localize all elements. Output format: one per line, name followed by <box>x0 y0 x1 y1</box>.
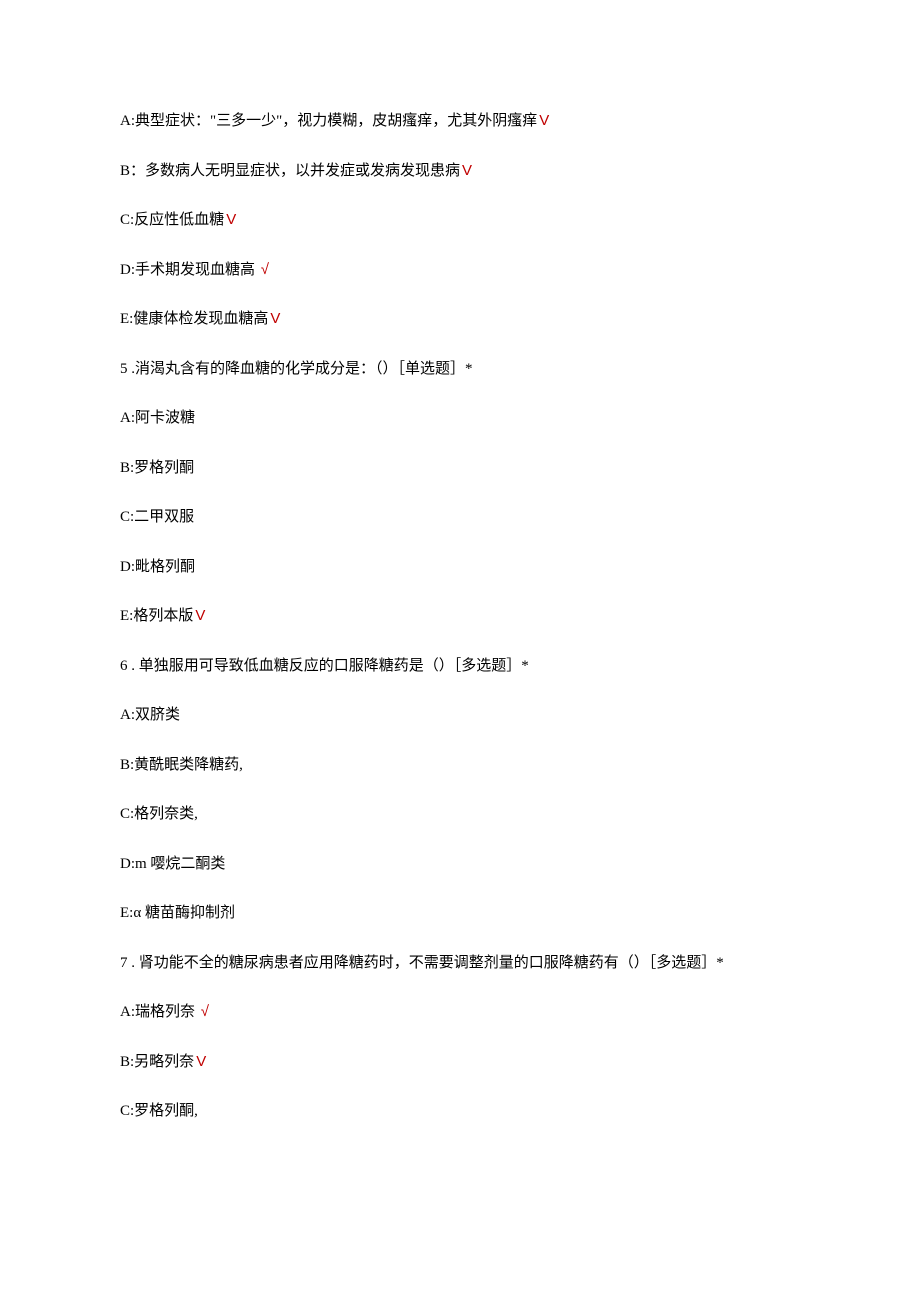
option-e-q5: E:格列本版V <box>120 605 800 628</box>
option-d-q5: D:毗格列酮 <box>120 556 800 579</box>
option-b-q7: B:另略列奈V <box>120 1051 800 1074</box>
option-b-q5: B:罗格列酮 <box>120 457 800 480</box>
correct-mark: V <box>462 162 472 179</box>
option-text: B:黄酰眠类降糖药, <box>120 757 243 773</box>
option-d-q6: D:m 嘤烷二酮类 <box>120 853 800 876</box>
correct-mark: V <box>270 310 280 327</box>
option-text: C:罗格列酮, <box>120 1103 198 1119</box>
correct-mark: V <box>539 112 549 129</box>
correct-mark: V <box>196 1053 206 1070</box>
option-text: D:m 嘤烷二酮类 <box>120 856 225 872</box>
option-text: C:反应性低血糖 <box>120 212 224 228</box>
option-b-q6: B:黄酰眠类降糖药, <box>120 754 800 777</box>
option-text: B:另略列奈 <box>120 1054 194 1070</box>
option-c-q4: C:反应性低血糖V <box>120 209 800 232</box>
option-d-q4: D:手术期发现血糖高 √ <box>120 259 800 282</box>
question-text: 7 . 肾功能不全的糖尿病患者应用降糖药时，不需要调整剂量的口服降糖药有（）［多… <box>120 955 724 971</box>
correct-mark: V <box>226 211 236 228</box>
option-c-q7: C:罗格列酮, <box>120 1100 800 1123</box>
option-text: B：多数病人无明显症状，以并发症或发病发现患病 <box>120 163 460 179</box>
option-text: A:瑞格列奈 <box>120 1004 199 1020</box>
option-e-q4: E:健康体检发现血糖高V <box>120 308 800 331</box>
option-text: E:健康体检发现血糖高 <box>120 311 268 327</box>
option-a-q7: A:瑞格列奈 √ <box>120 1001 800 1024</box>
option-b-q4: B：多数病人无明显症状，以并发症或发病发现患病V <box>120 160 800 183</box>
correct-mark: √ <box>261 261 269 278</box>
option-a-q4: A:典型症状："三多一少"，视力模糊，皮胡瘙痒，尤其外阴瘙痒V <box>120 110 800 133</box>
option-text: A:典型症状："三多一少"，视力模糊，皮胡瘙痒，尤其外阴瘙痒 <box>120 113 537 129</box>
option-text: D:毗格列酮 <box>120 559 195 575</box>
option-text: B:罗格列酮 <box>120 460 194 476</box>
option-text: C:格列奈类, <box>120 806 198 822</box>
question-5: 5 .消渴丸含有的降血糖的化学成分是：（）［单选题］* <box>120 358 800 381</box>
option-text: E:格列本版 <box>120 608 193 624</box>
option-text: A:阿卡波糖 <box>120 410 195 426</box>
option-text: C:二甲双服 <box>120 509 194 525</box>
correct-mark: √ <box>201 1003 209 1020</box>
question-text: 6 . 单独服用可导致低血糖反应的口服降糖药是（）［多选题］* <box>120 658 529 674</box>
option-text: E:α 糖苗酶抑制剂 <box>120 905 235 921</box>
option-e-q6: E:α 糖苗酶抑制剂 <box>120 902 800 925</box>
option-c-q6: C:格列奈类, <box>120 803 800 826</box>
option-c-q5: C:二甲双服 <box>120 506 800 529</box>
correct-mark: V <box>195 607 205 624</box>
question-7: 7 . 肾功能不全的糖尿病患者应用降糖药时，不需要调整剂量的口服降糖药有（）［多… <box>120 952 800 975</box>
option-a-q6: A:双脐类 <box>120 704 800 727</box>
option-text: A:双脐类 <box>120 707 180 723</box>
option-text: D:手术期发现血糖高 <box>120 262 259 278</box>
question-6: 6 . 单独服用可导致低血糖反应的口服降糖药是（）［多选题］* <box>120 655 800 678</box>
question-text: 5 .消渴丸含有的降血糖的化学成分是：（）［单选题］* <box>120 361 473 377</box>
option-a-q5: A:阿卡波糖 <box>120 407 800 430</box>
